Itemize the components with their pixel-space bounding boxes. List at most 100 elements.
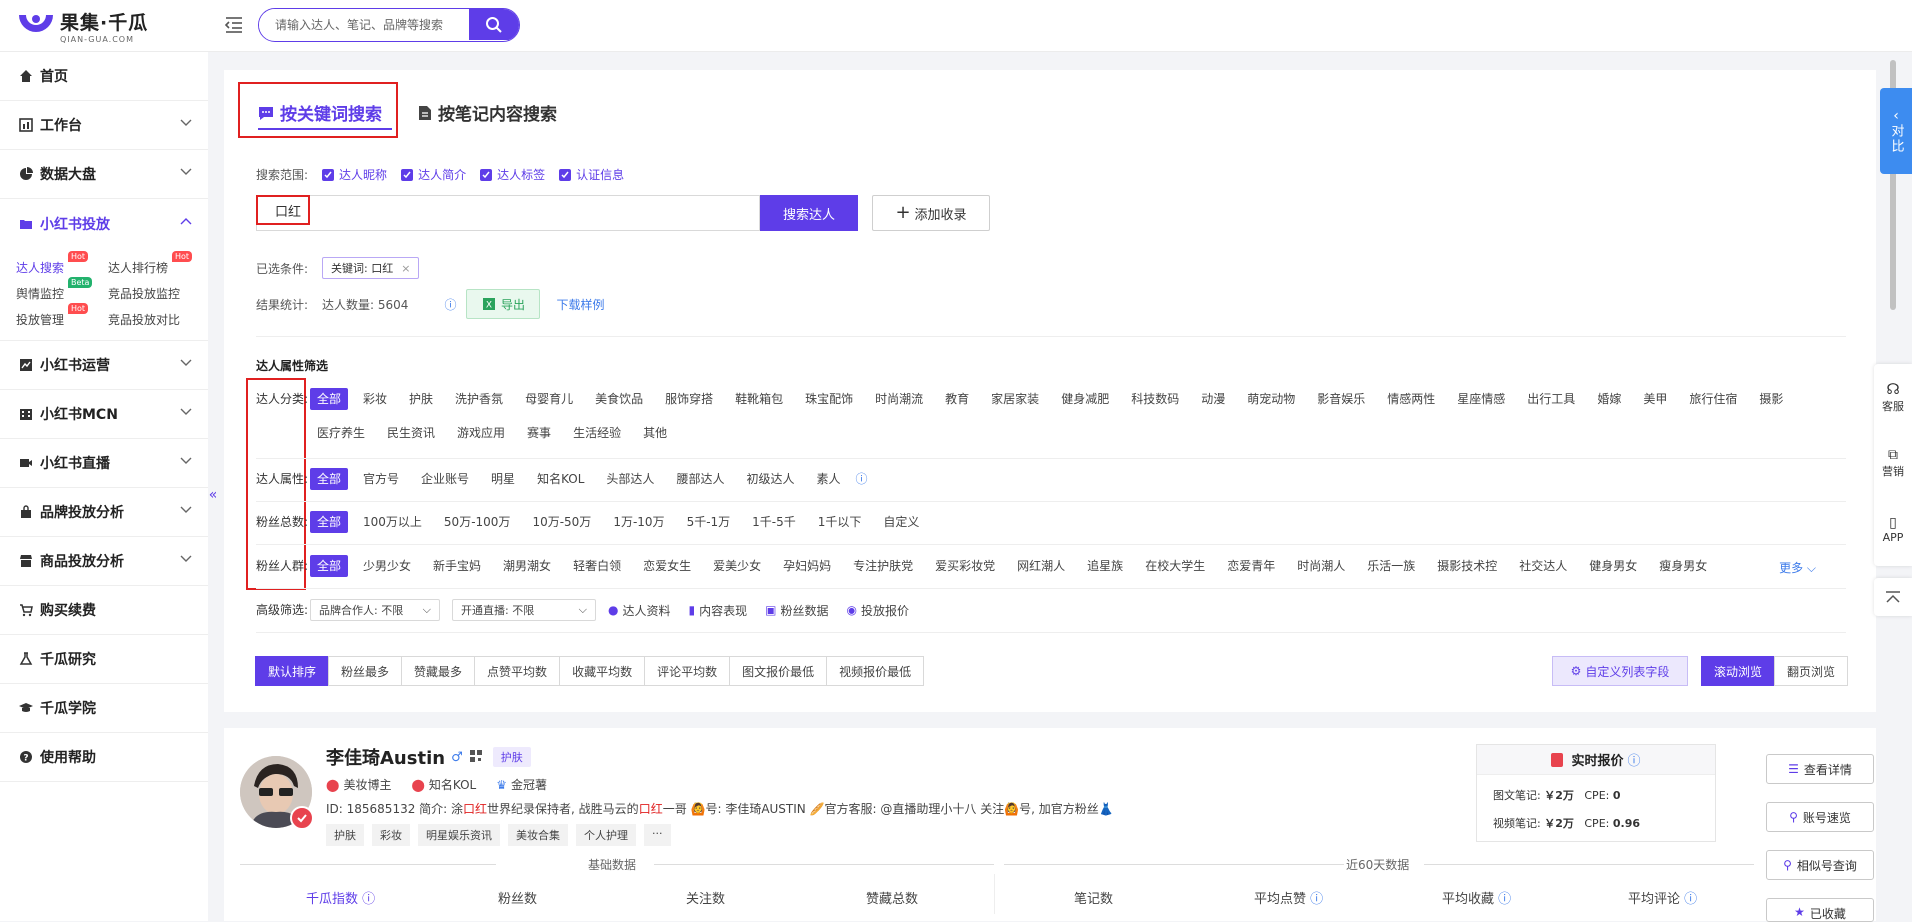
- category-option[interactable]: 其他: [636, 422, 674, 444]
- scroll-view-button[interactable]: 滚动浏览: [1701, 656, 1776, 686]
- condition-tag[interactable]: 关键词: 口红 ×: [322, 257, 420, 279]
- global-search-button[interactable]: [469, 9, 519, 40]
- qrcode-icon[interactable]: [469, 747, 483, 768]
- crowd-option[interactable]: 恋爱青年: [1220, 555, 1282, 577]
- category-option[interactable]: 时尚潮流: [868, 388, 930, 410]
- attr-option[interactable]: 素人: [809, 468, 847, 490]
- category-option[interactable]: 医疗养生: [310, 422, 372, 444]
- sidebar-item-xhs-live[interactable]: 小红书直播: [0, 439, 208, 488]
- compare-tab[interactable]: ‹ 对比: [1880, 88, 1912, 174]
- metric-qiangua-index[interactable]: 千瓜指数 ⓘ: [306, 888, 375, 907]
- download-sample-link[interactable]: 下载样例: [556, 296, 604, 313]
- sidebar-item-home[interactable]: 首页: [0, 52, 208, 101]
- fans-option[interactable]: 自定义: [876, 511, 926, 533]
- sidebar-item-workbench[interactable]: 工作台: [0, 101, 208, 150]
- fans-option[interactable]: 1千-5千: [745, 511, 803, 533]
- sort-option[interactable]: 收藏平均数: [559, 656, 646, 686]
- crowd-option[interactable]: 乐活一族: [1360, 555, 1422, 577]
- search-kol-button[interactable]: 搜索达人: [760, 195, 858, 231]
- attr-option[interactable]: 官方号: [356, 468, 406, 490]
- category-option[interactable]: 珠宝配饰: [798, 388, 860, 410]
- crowd-option[interactable]: 恋爱女生: [636, 555, 698, 577]
- category-option[interactable]: 鞋靴箱包: [728, 388, 790, 410]
- fans-option[interactable]: 1千以下: [811, 511, 869, 533]
- category-option[interactable]: 出行工具: [1520, 388, 1582, 410]
- category-option[interactable]: 洗护香氛: [448, 388, 510, 410]
- sidebar-item-research[interactable]: 千瓜研究: [0, 635, 208, 684]
- account-preview-button[interactable]: ⚲ 账号速览: [1766, 802, 1874, 832]
- sidebar-item-xhs-placement[interactable]: 小红书投放: [0, 199, 208, 248]
- sidebar-item-xhs-ops[interactable]: 小红书运营: [0, 341, 208, 390]
- crowd-option[interactable]: 爱买彩妆党: [928, 555, 1002, 577]
- info-icon[interactable]: ⓘ: [444, 296, 456, 313]
- category-option[interactable]: 动漫: [1194, 388, 1232, 410]
- sidebar-item-data-overview[interactable]: 数据大盘: [0, 150, 208, 199]
- tab-note-search[interactable]: 按笔记内容搜索: [418, 100, 557, 125]
- add-record-button[interactable]: + 添加收录: [872, 195, 990, 231]
- kol-name-text[interactable]: 李佳琦Austin: [326, 744, 445, 770]
- category-option[interactable]: 生活经验: [566, 422, 628, 444]
- subnav-competitor-compare[interactable]: 竞品投放对比: [108, 311, 200, 328]
- info-icon[interactable]: ⓘ: [1628, 750, 1641, 769]
- attr-option[interactable]: 知名KOL: [530, 468, 591, 490]
- attr-option[interactable]: 企业账号: [414, 468, 476, 490]
- custom-columns-button[interactable]: ⚙ 自定义列表字段: [1552, 656, 1688, 686]
- sidebar-collapse-icon[interactable]: «: [206, 482, 220, 508]
- category-option[interactable]: 家居家装: [984, 388, 1046, 410]
- subnav-placement-mgmt[interactable]: 投放管理 Hot: [16, 302, 108, 328]
- category-option[interactable]: 赛事: [520, 422, 558, 444]
- info-icon[interactable]: ⓘ: [1684, 892, 1697, 907]
- back-to-top-icon[interactable]: [1874, 578, 1912, 616]
- brand-partner-dropdown[interactable]: 品牌合作人: 不限 ⌵: [310, 599, 440, 621]
- crowd-option[interactable]: 爱美少女: [706, 555, 768, 577]
- attr-option[interactable]: 头部达人: [599, 468, 661, 490]
- menu-toggle-icon[interactable]: [224, 14, 244, 34]
- fans-option[interactable]: 50万-100万: [437, 511, 518, 533]
- page-view-button[interactable]: 翻页浏览: [1774, 656, 1849, 686]
- sidebar-item-xhs-mcn[interactable]: 小红书MCN: [0, 390, 208, 439]
- more-crowd-link[interactable]: 更多 ⌵: [1779, 559, 1816, 576]
- crowd-option[interactable]: 在校大学生: [1138, 555, 1212, 577]
- kol-profile-link[interactable]: ● 达人资料: [608, 602, 671, 619]
- live-dropdown[interactable]: 开通直播: 不限 ⌵: [452, 599, 596, 621]
- sidebar-item-brand-analysis[interactable]: 品牌投放分析: [0, 488, 208, 537]
- sort-option[interactable]: 默认排序: [255, 656, 330, 686]
- fans-option[interactable]: 1万-10万: [606, 511, 671, 533]
- fans-option[interactable]: 100万以上: [356, 511, 429, 533]
- scope-checkbox-bio[interactable]: 达人简介: [401, 166, 466, 183]
- crowd-option[interactable]: 全部: [310, 555, 349, 577]
- crowd-option[interactable]: 瘦身男女: [1652, 555, 1714, 577]
- subnav-kol-search[interactable]: 达人搜索 Hot: [16, 250, 108, 276]
- similar-account-button[interactable]: ⚲ 相似号查询: [1766, 850, 1874, 880]
- sort-option[interactable]: 赞藏最多: [401, 656, 476, 686]
- global-search-input[interactable]: [259, 9, 469, 40]
- scope-checkbox-tags[interactable]: 达人标签: [480, 166, 545, 183]
- app-button[interactable]: ▯ APP: [1874, 496, 1912, 562]
- sidebar-item-academy[interactable]: 千瓜学院: [0, 684, 208, 733]
- crowd-option[interactable]: 追星族: [1080, 555, 1130, 577]
- favorited-button[interactable]: ★ 已收藏: [1766, 898, 1874, 922]
- category-option[interactable]: 摄影: [1752, 388, 1790, 410]
- sort-option[interactable]: 评论平均数: [644, 656, 731, 686]
- sort-option[interactable]: 点赞平均数: [474, 656, 561, 686]
- scope-checkbox-nickname[interactable]: 达人昵称: [322, 166, 387, 183]
- sort-option[interactable]: 图文报价最低: [729, 656, 828, 686]
- attr-option[interactable]: 明星: [484, 468, 522, 490]
- category-option[interactable]: 健身减肥: [1054, 388, 1116, 410]
- crowd-option[interactable]: 网红潮人: [1010, 555, 1072, 577]
- info-icon[interactable]: ⓘ: [1310, 892, 1323, 907]
- fans-option[interactable]: 全部: [310, 511, 349, 533]
- category-option[interactable]: 情感两性: [1380, 388, 1442, 410]
- crowd-option[interactable]: 摄影技术控: [1430, 555, 1504, 577]
- category-option[interactable]: 教育: [938, 388, 976, 410]
- crowd-option[interactable]: 轻奢白领: [566, 555, 628, 577]
- category-option[interactable]: 彩妆: [356, 388, 394, 410]
- fans-option[interactable]: 5千-1万: [680, 511, 738, 533]
- subnav-sentiment[interactable]: 舆情监控 Beta: [16, 276, 108, 302]
- subnav-competitor-monitor[interactable]: 竞品投放监控: [108, 285, 200, 302]
- category-option[interactable]: 美食饮品: [588, 388, 650, 410]
- scope-checkbox-verify[interactable]: 认证信息: [559, 166, 624, 183]
- category-option[interactable]: 母婴育儿: [518, 388, 580, 410]
- category-option[interactable]: 护肤: [402, 388, 440, 410]
- category-option[interactable]: 旅行住宿: [1682, 388, 1744, 410]
